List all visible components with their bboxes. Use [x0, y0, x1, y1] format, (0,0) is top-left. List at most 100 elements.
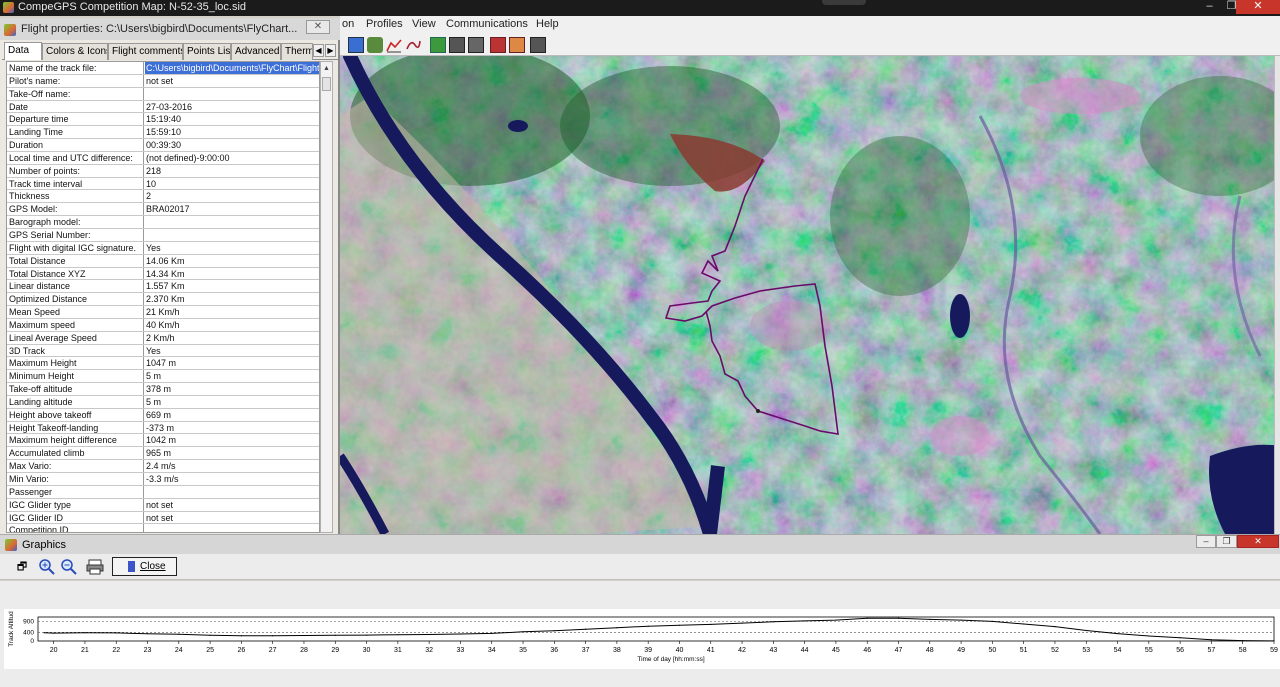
map-scrollbar[interactable]	[1274, 56, 1280, 534]
property-value[interactable]: (not defined)-9:00:00	[145, 152, 319, 164]
property-value[interactable]: 5 m	[145, 370, 319, 382]
settings-icon[interactable]	[530, 37, 546, 53]
graphics-close-window-button[interactable]: ✕	[1237, 535, 1279, 548]
property-row[interactable]: Departure time 15:19:40	[7, 113, 319, 127]
terrain-icon[interactable]	[367, 37, 383, 53]
property-row[interactable]: Name of the track file: C:\Users\bigbird\…	[7, 62, 319, 75]
property-row[interactable]: Date 27-03-2016	[7, 100, 319, 114]
property-value[interactable]	[145, 229, 319, 241]
tab-therm[interactable]: Therm	[281, 43, 313, 60]
layers-icon[interactable]	[348, 37, 364, 53]
property-value[interactable]: 378 m	[145, 383, 319, 395]
property-value[interactable]	[145, 88, 319, 100]
property-value[interactable]: Yes	[145, 242, 319, 254]
property-row[interactable]: Lineal Average Speed 2 Km/h	[7, 331, 319, 345]
tab-points-list[interactable]: Points List	[183, 43, 231, 60]
property-row[interactable]: Minimum Height 5 m	[7, 370, 319, 384]
property-value[interactable]: 2.4 m/s	[145, 460, 319, 472]
property-row[interactable]: Min Vario: -3.3 m/s	[7, 473, 319, 486]
scroll-up-icon[interactable]: ▲	[321, 63, 332, 74]
property-value[interactable]: Yes	[145, 345, 319, 357]
zoom-in-icon[interactable]	[38, 558, 56, 576]
property-value[interactable]: not set	[145, 75, 319, 87]
property-value[interactable]: 40 Km/h	[145, 319, 319, 331]
property-value[interactable]: 5 m	[145, 396, 319, 408]
property-value[interactable]: 15:59:10	[145, 126, 319, 138]
property-row[interactable]: Pilot's name: not set	[7, 74, 319, 88]
property-value[interactable]: 1.557 Km	[145, 280, 319, 292]
property-value[interactable]: 15:19:40	[145, 113, 319, 125]
property-row[interactable]: Duration 00:39:30	[7, 139, 319, 152]
menu-item-profiles[interactable]: Profiles	[366, 18, 403, 30]
property-row[interactable]: Barograph model:	[7, 216, 319, 229]
graph-properties-icon[interactable]: 🗗	[13, 558, 31, 576]
property-value[interactable]: C:\Users\bigbird\Documents\FlyChart\Flig…	[145, 62, 319, 74]
graphics-close-button[interactable]: Close	[112, 557, 177, 576]
property-row[interactable]: Passenger	[7, 485, 319, 499]
scroll-thumb[interactable]	[322, 77, 331, 91]
property-value[interactable]: 2.370 Km	[145, 293, 319, 305]
property-row[interactable]: Height Takeoff-landing -373 m	[7, 421, 319, 435]
property-value[interactable]	[145, 216, 319, 228]
property-value[interactable]	[145, 486, 319, 498]
zoom-out-icon[interactable]	[60, 558, 78, 576]
flight-properties-close-button[interactable]: ✕	[306, 20, 330, 34]
property-row[interactable]: Maximum height difference 1042 m	[7, 434, 319, 448]
property-value[interactable]: 2	[145, 190, 319, 202]
property-row[interactable]: Linear distance 1.557 Km	[7, 280, 319, 294]
property-value[interactable]: 00:39:30	[145, 139, 319, 151]
property-value[interactable]: -3.3 m/s	[145, 473, 319, 485]
property-value[interactable]: 21 Km/h	[145, 306, 319, 318]
property-row[interactable]: Maximum Height 1047 m	[7, 357, 319, 371]
property-value[interactable]: not set	[145, 499, 319, 511]
property-row[interactable]: Landing altitude 5 m	[7, 395, 319, 409]
property-value[interactable]	[145, 524, 319, 532]
property-value[interactable]: 14.06 Km	[145, 255, 319, 267]
property-row[interactable]: IGC Glider ID not set	[7, 511, 319, 525]
property-row[interactable]: 3D Track Yes	[7, 344, 319, 358]
property-value[interactable]: 10	[145, 178, 319, 190]
property-value[interactable]: not set	[145, 512, 319, 524]
menu-item-on[interactable]: on	[342, 18, 354, 30]
property-row[interactable]: GPS Model: BRA02017	[7, 203, 319, 217]
property-value[interactable]: 2 Km/h	[145, 332, 319, 344]
property-row[interactable]: Competition ID	[7, 524, 319, 532]
pause-icon[interactable]	[468, 37, 484, 53]
print-icon[interactable]	[86, 558, 104, 576]
play-icon[interactable]	[430, 37, 446, 53]
map-view[interactable]	[340, 56, 1280, 534]
property-row[interactable]: IGC Glider type not set	[7, 498, 319, 512]
property-value[interactable]: 1047 m	[145, 357, 319, 369]
tab-advanced[interactable]: Advanced	[231, 43, 281, 60]
altitude-chart[interactable]: 900 400 0 20 21 22 23 24 25 26 27 28 29 30 31 32 33 34 35 3…	[4, 609, 1280, 669]
property-row[interactable]: GPS Serial Number:	[7, 228, 319, 242]
minimize-button[interactable]: –	[1199, 0, 1220, 14]
property-value[interactable]: BRA02017	[145, 203, 319, 215]
property-row[interactable]: Height above takeoff 669 m	[7, 408, 319, 422]
tab-data[interactable]: Data	[4, 42, 42, 60]
property-value[interactable]: 27-03-2016	[145, 101, 319, 113]
property-value[interactable]: 965 m	[145, 447, 319, 459]
property-row[interactable]: Landing Time 15:59:10	[7, 126, 319, 140]
tab-scroll-left-icon[interactable]: ◀	[313, 44, 324, 57]
property-row[interactable]: Take-off altitude 378 m	[7, 383, 319, 396]
property-value[interactable]: -373 m	[145, 422, 319, 434]
property-row[interactable]: Total Distance XYZ 14.34 Km	[7, 267, 319, 281]
tab-flight-comments[interactable]: Flight comments:	[108, 43, 183, 60]
graphics-restore-button[interactable]: ❐	[1216, 535, 1237, 548]
properties-scrollbar[interactable]: ▲	[320, 61, 333, 533]
profile-graph-icon[interactable]	[386, 37, 402, 53]
property-row[interactable]: Mean Speed 21 Km/h	[7, 306, 319, 319]
main-close-button[interactable]: ✕	[1236, 0, 1280, 14]
property-value[interactable]: 14.34 Km	[145, 268, 319, 280]
track-analysis-icon[interactable]	[405, 37, 421, 53]
menu-item-help[interactable]: Help	[536, 18, 559, 30]
property-row[interactable]: Maximum speed 40 Km/h	[7, 318, 319, 332]
menu-item-communications[interactable]: Communications	[446, 18, 528, 30]
property-row[interactable]: Thickness 2	[7, 190, 319, 204]
tab-scroll-right-icon[interactable]: ▶	[325, 44, 336, 57]
property-row[interactable]: Local time and UTC difference: (not defi…	[7, 151, 319, 165]
property-row[interactable]: Track time interval 10	[7, 177, 319, 191]
record-icon[interactable]	[490, 37, 506, 53]
property-value[interactable]: 669 m	[145, 409, 319, 421]
